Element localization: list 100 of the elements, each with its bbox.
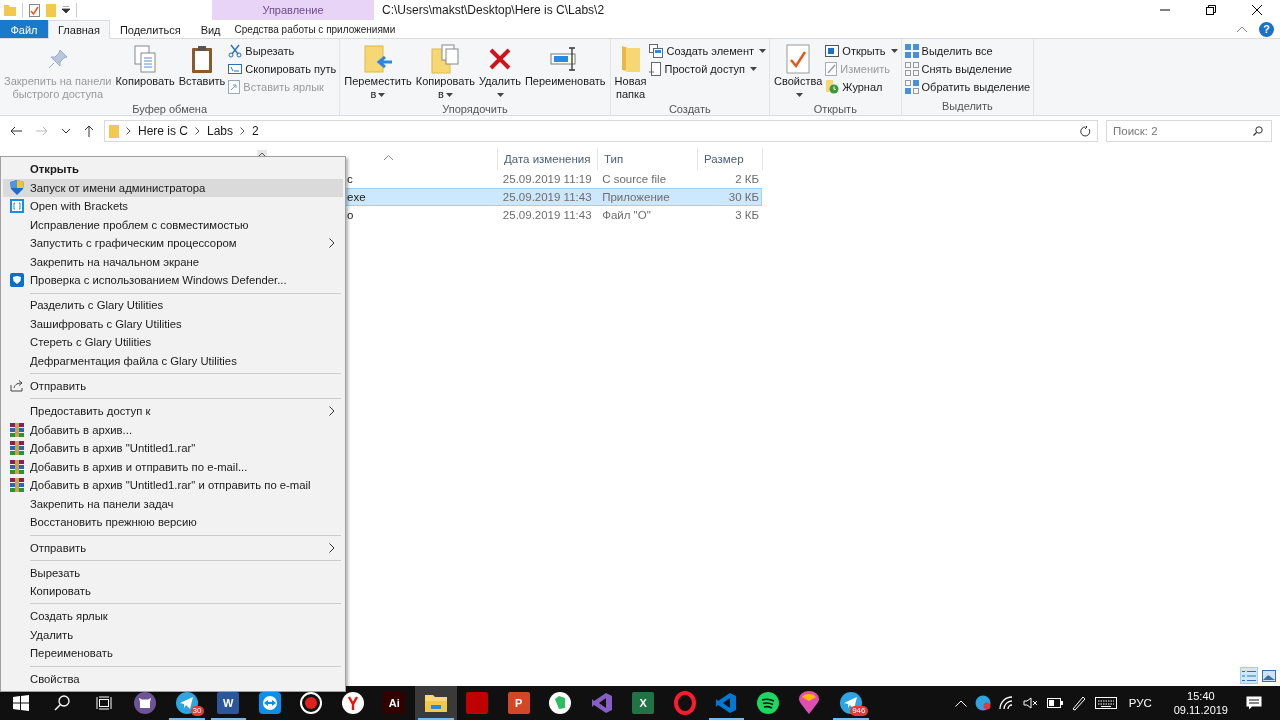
ribbon-button[interactable]: Вырезать [228,43,337,59]
ribbon-button[interactable]: Выделить все [904,43,1031,59]
ribbon-button[interactable]: Простой доступ [649,61,767,77]
menu-item[interactable]: Разделить с Glary Utilities [3,296,343,315]
search-field[interactable]: Поиск: 2 [1106,120,1272,142]
taskbar-app-button[interactable]: Ai [373,686,415,720]
address-field[interactable]: Here is C Labs 2 [104,120,1098,142]
ribbon-button[interactable]: Обратить выделение [904,79,1031,95]
menu-item[interactable]: Восстановить прежнюю версию [3,513,343,532]
pen-icon[interactable] [1070,695,1087,711]
details-view-button[interactable] [1240,667,1258,684]
telegram-icon[interactable] [974,695,991,711]
ribbon-tab[interactable]: Главная [48,20,110,39]
ribbon-button[interactable]: Копировать в [414,41,476,103]
taskbar-app-button[interactable]: 946 [830,686,872,720]
chevron-up-icon[interactable] [954,699,967,707]
menu-item[interactable]: Проверка с использованием Windows Defender... [3,271,343,290]
scissors-icon [228,44,243,58]
dropdown-caret-icon[interactable] [62,128,70,134]
menu-item[interactable]: Вырезать [3,563,343,582]
breadcrumb-link[interactable]: Here is C [138,124,188,138]
menu-item[interactable]: Запуск от имени администратора [3,178,343,197]
new-item-icon [649,44,664,58]
ribbon-button[interactable]: Снять выделение [904,61,1031,77]
column-header[interactable]: Размер [697,148,763,170]
collapse-ribbon-icon[interactable] [1237,26,1247,32]
pin-icon [46,48,69,70]
easy-access-icon [649,62,662,76]
menu-item[interactable]: Удалить [3,625,343,645]
menu-item[interactable]: Закрепить на начальном экране [3,252,343,271]
wifi-icon[interactable] [998,696,1015,710]
notification-icon[interactable] [1246,695,1262,711]
contextual-tab-header: Управление [212,0,374,20]
menu-item[interactable]: Запустить с графическим процессором [3,234,343,253]
menu-item[interactable]: Добавить в архив "Untitled1.rar" и отправить по e-mail [3,476,343,495]
menu-item[interactable]: Добавить в архив... [3,420,343,440]
ribbon-button[interactable]: Свойства [773,41,824,103]
ribbon-button[interactable]: Открыть [825,43,898,59]
column-header[interactable]: Тип [597,148,697,170]
menu-item[interactable]: Закрепить на панели задач [3,494,343,514]
taskbar-app-button[interactable]: P [498,686,540,720]
dropdown-caret-icon [378,93,386,98]
taskbar-app-button[interactable]: X [622,686,664,720]
large-icons-view-button[interactable] [1260,667,1278,684]
powerpoint-icon: P [507,692,530,714]
brackets-icon [9,199,24,214]
menu-item[interactable]: Переименовать [3,644,343,663]
ribbon-button[interactable]: Копировать [114,41,176,90]
back-icon[interactable] [10,126,22,136]
up-icon[interactable] [84,125,94,137]
table-cell-text: 25.09.2019 11:43 [501,191,593,203]
word-icon: W [217,692,240,714]
spotify-icon [755,691,780,715]
keyboard-icon[interactable] [1094,697,1117,709]
archive-icon [9,478,24,493]
ribbon-tab[interactable]: Файл [0,20,48,38]
taskbar-app-button[interactable]: W [207,686,249,720]
taskbar-app-button[interactable] [415,686,457,720]
breadcrumb-link[interactable]: Labs [207,124,234,138]
menu-item[interactable]: Open with Brackets [3,197,343,216]
ribbon-button[interactable]: Новая папка [613,41,648,103]
chevron-icon [126,127,131,135]
menu-item[interactable]: Создать ярлык [3,607,343,626]
menu-item[interactable]: Открыть [3,160,343,179]
menu-item[interactable]: Предоставить доступ к [3,402,343,421]
menu-item[interactable]: Исправление проблем с совместимостью [3,215,343,234]
ribbon-button[interactable]: Переместить в [343,41,413,103]
table-cell-text: 30 КБ [727,191,760,203]
menu-item[interactable]: Отправить [3,538,343,557]
ribbon-button[interactable]: Удалить [477,41,522,103]
group-label: Выделить [941,100,994,114]
group-label: Упорядочить [441,103,509,115]
menu-item[interactable]: Добавить в архив и отправить по e-mail... [3,457,343,477]
muted-speaker-icon[interactable] [1022,697,1039,709]
ribbon-button[interactable]: Скопировать путь [228,61,337,77]
menu-item[interactable]: Копировать [3,581,343,601]
clock-time[interactable]: 15:40 [1187,689,1215,703]
menu-item[interactable]: Стереть с Glary Utilities [3,333,343,352]
column-header[interactable]: Дата изменения [497,148,597,170]
breadcrumb-link[interactable]: 2 [252,124,259,138]
folder-icon [109,124,119,138]
ribbon-button[interactable]: Вставить [177,41,227,90]
menu-item[interactable]: Зашифровать с Glary Utilities [3,314,343,334]
menu-item[interactable]: Добавить в архив "Untitled1.rar" [3,439,343,458]
table-cell-text: Файл "O" [601,209,652,221]
menu-item[interactable]: Отправить [3,376,343,396]
clock-date[interactable]: 09.11.2019 [1173,703,1228,717]
menu-item[interactable]: Свойства [3,669,343,688]
language-indicator[interactable]: РУС [1128,697,1152,709]
refresh-icon[interactable] [1080,125,1091,137]
help-icon[interactable]: ? [1259,21,1274,37]
ribbon-button[interactable]: Переименовать [523,41,607,90]
folder-arrow-icon [363,44,393,74]
menu-item[interactable]: Дефрагментация файла с Glary Utilities [3,351,343,371]
clipboard-icon [190,44,214,74]
ribbon-button[interactable]: Создать элемент [649,43,767,59]
taskbar-app-button[interactable]: 30 [166,686,208,720]
battery-icon[interactable] [1046,698,1063,708]
ribbon-button[interactable]: Журнал [825,79,898,95]
yandex-icon [340,691,365,715]
